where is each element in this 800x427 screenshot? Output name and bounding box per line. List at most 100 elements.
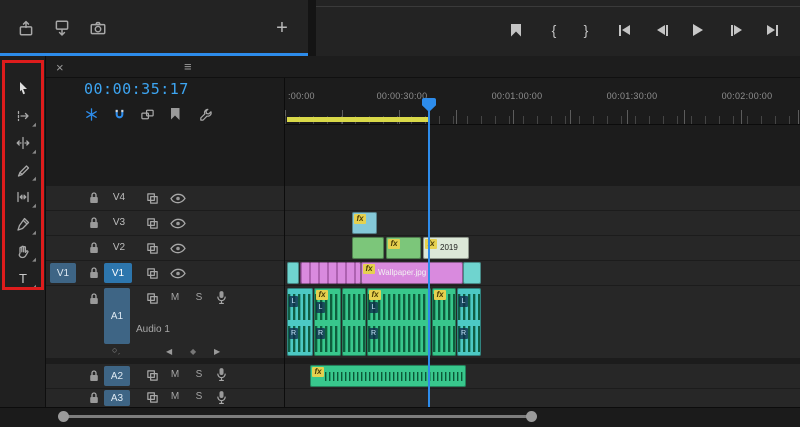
- solo-button-a3[interactable]: S: [192, 391, 206, 402]
- mark-out-icon: }: [583, 22, 589, 38]
- sync-lock-icon[interactable]: [146, 292, 159, 305]
- work-area-bar[interactable]: [287, 117, 429, 122]
- razor-tool-button[interactable]: [9, 158, 37, 182]
- lock-icon[interactable]: [88, 216, 100, 230]
- hand-tool-button[interactable]: [9, 239, 37, 263]
- step-forward-button[interactable]: [726, 21, 746, 39]
- video-clip[interactable]: [463, 262, 481, 284]
- timeline-settings-button[interactable]: [194, 104, 216, 124]
- slip-tool-button[interactable]: [9, 185, 37, 209]
- track-row-a3: [46, 389, 800, 407]
- keyframe-prev-button[interactable]: ◀: [166, 347, 172, 356]
- go-to-in-button[interactable]: [614, 21, 634, 39]
- play-button[interactable]: [688, 21, 708, 39]
- lock-icon[interactable]: [88, 369, 100, 383]
- ruler-label: 00:01:30:00: [606, 91, 658, 101]
- audio-clip[interactable]: fx L R: [367, 288, 431, 356]
- audio-clip[interactable]: fx: [432, 288, 456, 356]
- track-name-a2[interactable]: A2: [104, 366, 130, 386]
- sync-lock-icon[interactable]: [146, 391, 159, 404]
- channel-right-tag: R: [369, 328, 378, 339]
- lock-icon[interactable]: [88, 191, 100, 205]
- mark-out-button[interactable]: }: [576, 21, 596, 39]
- add-marker-button[interactable]: [506, 21, 526, 39]
- video-clip[interactable]: [352, 237, 384, 259]
- lift-button[interactable]: [12, 14, 40, 42]
- scrollbar-zoom-handle-left[interactable]: [58, 411, 69, 422]
- voiceover-mic-icon[interactable]: [216, 390, 227, 405]
- nest-toggle-button[interactable]: [80, 104, 102, 124]
- audio-clip[interactable]: [342, 288, 366, 356]
- fx-badge: fx: [316, 290, 328, 300]
- audio-clip[interactable]: fx: [310, 365, 466, 387]
- waveform: [433, 326, 455, 352]
- lock-icon[interactable]: [88, 292, 100, 306]
- scrollbar-zoom-handle-right[interactable]: [526, 411, 537, 422]
- keyframe-diamond-button[interactable]: ◆: [190, 347, 196, 356]
- go-to-out-button[interactable]: [762, 21, 782, 39]
- track-name-v2[interactable]: V2: [104, 242, 134, 253]
- type-tool-button[interactable]: T: [9, 266, 37, 291]
- audio-clip[interactable]: fx L R: [314, 288, 341, 356]
- video-clip[interactable]: fx: [386, 237, 421, 259]
- audio-clip[interactable]: L R: [287, 288, 313, 356]
- export-frame-button[interactable]: [84, 14, 112, 42]
- voiceover-mic-icon[interactable]: [216, 290, 227, 305]
- track-name-v3[interactable]: V3: [104, 217, 134, 228]
- timeline-add-marker-button[interactable]: [164, 104, 186, 124]
- lock-icon[interactable]: [88, 241, 100, 255]
- sync-lock-icon[interactable]: [146, 267, 159, 280]
- eye-icon[interactable]: [170, 268, 186, 279]
- sync-lock-icon[interactable]: [146, 217, 159, 230]
- panel-close-button[interactable]: ×: [56, 60, 64, 75]
- track-name-a1[interactable]: A1: [104, 288, 130, 344]
- sync-lock-icon[interactable]: [146, 369, 159, 382]
- sync-lock-icon[interactable]: [146, 242, 159, 255]
- mute-button-a2[interactable]: M: [168, 369, 182, 380]
- snap-toggle-button[interactable]: [108, 104, 130, 124]
- header-lane-divider: [284, 78, 285, 407]
- video-clip[interactable]: [287, 262, 299, 284]
- channel-right-tag: R: [289, 328, 298, 339]
- step-back-button[interactable]: [652, 21, 672, 39]
- keyframe-add-button[interactable]: ○: [112, 345, 120, 355]
- solo-button-a2[interactable]: S: [192, 369, 206, 380]
- solo-button-a1[interactable]: S: [192, 292, 206, 303]
- selection-tool-button[interactable]: [9, 76, 37, 100]
- eye-icon[interactable]: [170, 243, 186, 254]
- selection-arrow-icon: [15, 80, 31, 96]
- mark-in-button[interactable]: {: [544, 21, 564, 39]
- lock-icon[interactable]: [88, 266, 100, 280]
- fx-badge: fx: [312, 367, 324, 377]
- horizontal-scrollbar-thumb[interactable]: [64, 415, 532, 418]
- track-row-v3: [46, 211, 800, 235]
- video-clip-group[interactable]: [300, 262, 361, 284]
- audio-clip[interactable]: L R: [457, 288, 481, 356]
- mute-button-a1[interactable]: M: [168, 292, 182, 303]
- pen-tool-button[interactable]: [9, 212, 37, 236]
- source-patch-v1[interactable]: V1: [50, 263, 76, 283]
- track-select-forward-tool-button[interactable]: [9, 104, 37, 128]
- playhead-timecode[interactable]: 00:00:35:17: [84, 80, 189, 98]
- voiceover-mic-icon[interactable]: [216, 367, 227, 382]
- ruler-label: :00:00: [288, 91, 315, 101]
- linked-selection-button[interactable]: [136, 104, 158, 124]
- eye-icon[interactable]: [170, 193, 186, 204]
- track-name-v4[interactable]: V4: [104, 192, 134, 203]
- eye-icon[interactable]: [170, 218, 186, 229]
- track-name-v1-targeted[interactable]: V1: [104, 263, 132, 283]
- track-select-icon: [15, 108, 31, 124]
- track-label-audio1[interactable]: Audio 1: [136, 324, 170, 335]
- fx-badge: fx: [369, 290, 381, 300]
- sync-lock-icon[interactable]: [146, 192, 159, 205]
- button-editor-plus-button[interactable]: +: [268, 14, 296, 42]
- keyframe-next-button[interactable]: ▶: [214, 347, 220, 356]
- video-clip[interactable]: fx: [352, 212, 377, 234]
- panel-menu-button[interactable]: ≡: [184, 59, 192, 74]
- video-clip-wallpaper[interactable]: fx Wallpaper.jpg: [361, 262, 463, 284]
- mute-button-a3[interactable]: M: [168, 391, 182, 402]
- lock-icon[interactable]: [88, 391, 100, 405]
- ripple-edit-tool-button[interactable]: [9, 131, 37, 155]
- extract-button[interactable]: [48, 14, 76, 42]
- track-name-a3[interactable]: A3: [104, 390, 130, 406]
